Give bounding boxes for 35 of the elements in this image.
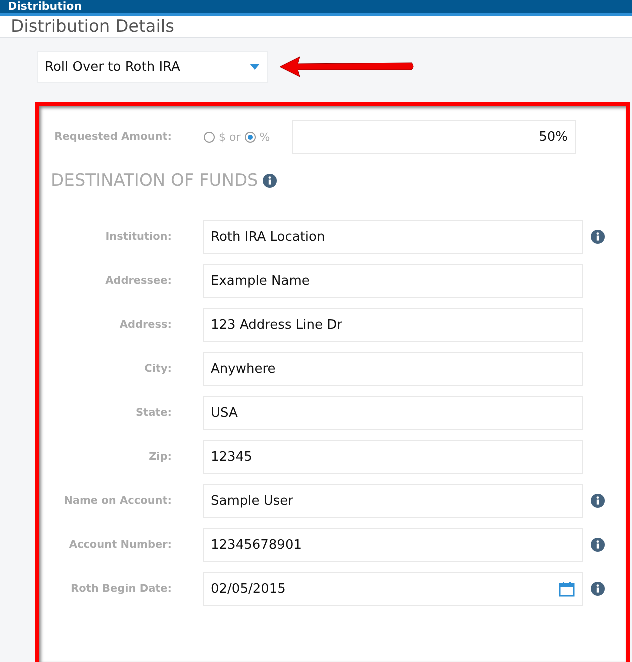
- radio-button[interactable]: [204, 132, 215, 142]
- radio-label: %: [260, 130, 270, 144]
- input-field[interactable]: 123 Address Line Dr: [203, 308, 583, 342]
- info-icon[interactable]: [263, 174, 278, 188]
- date-field[interactable]: 02/05/2015: [203, 572, 583, 606]
- info-icon[interactable]: [591, 494, 605, 508]
- header-bar: Distribution: [0, 0, 632, 16]
- input-field[interactable]: Roth IRA Location: [203, 220, 583, 254]
- calendar-icon[interactable]: [559, 582, 575, 596]
- info-icon[interactable]: [591, 538, 605, 552]
- input-field[interactable]: Example Name: [203, 264, 583, 298]
- field-label: Institution:: [104, 231, 172, 243]
- info-icon[interactable]: [591, 230, 605, 244]
- distribution-type-dropdown[interactable]: Roll Over to Roth IRA: [37, 51, 268, 83]
- field-label: Account Number:: [68, 539, 172, 551]
- input-field[interactable]: USA: [203, 396, 583, 430]
- field-label: City:: [144, 363, 172, 375]
- destination-heading: DESTINATION OF FUNDS: [51, 171, 258, 191]
- input-field[interactable]: 12345678901: [203, 528, 583, 562]
- radio-button[interactable]: [244, 132, 256, 142]
- field-label: State:: [134, 407, 172, 419]
- input-field[interactable]: Sample User: [203, 484, 583, 518]
- field-label: Addressee:: [104, 275, 172, 287]
- field-label: Zip:: [148, 451, 172, 463]
- info-icon[interactable]: [591, 582, 605, 596]
- field-label: Requested Amount:: [54, 131, 172, 143]
- input-field[interactable]: Anywhere: [203, 352, 583, 386]
- amount-field[interactable]: 50%: [292, 120, 576, 154]
- section-title: Distribution Details: [0, 16, 632, 38]
- field-label: Address:: [118, 319, 172, 331]
- radio-label: $ or: [219, 130, 241, 144]
- field-label: Name on Account:: [63, 495, 172, 507]
- caret-icon: [250, 64, 260, 70]
- input-field[interactable]: 12345: [203, 440, 583, 474]
- field-label: Roth Begin Date:: [70, 583, 172, 595]
